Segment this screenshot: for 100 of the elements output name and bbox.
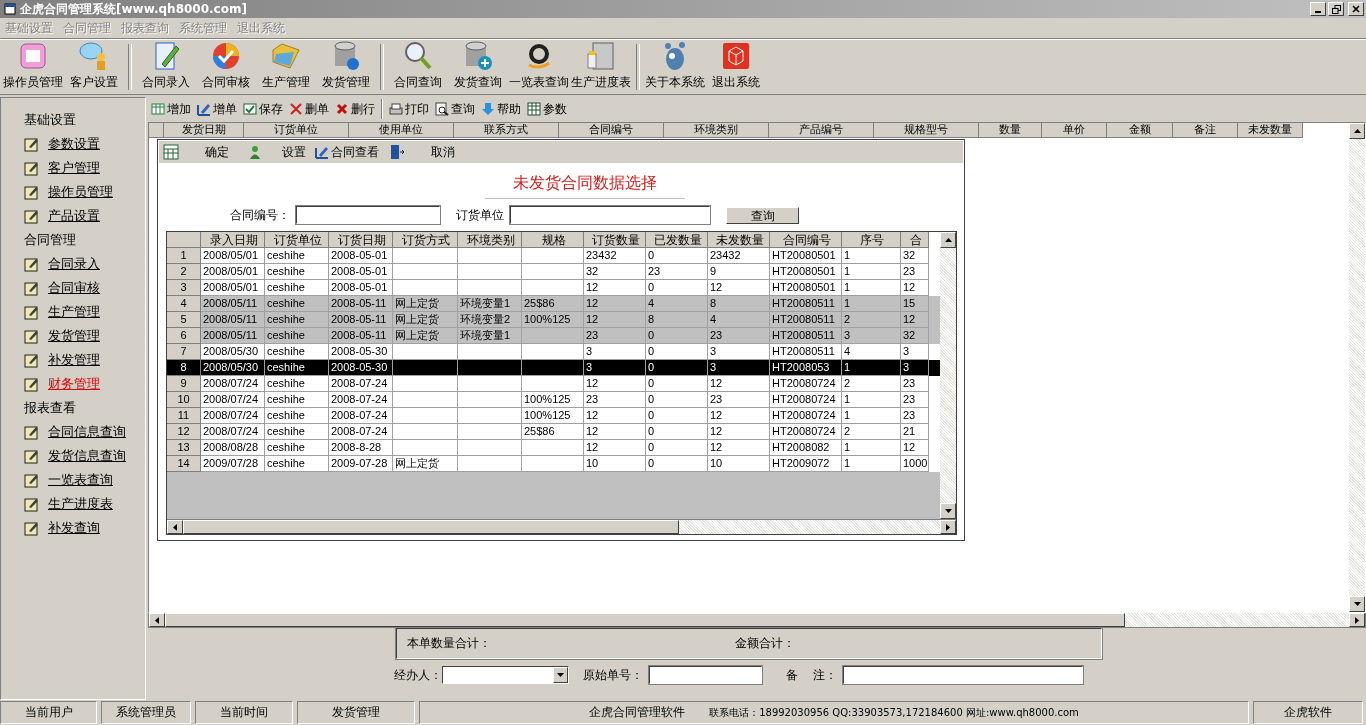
column-header[interactable]: 发货日期 — [164, 123, 244, 138]
status-panel: 企虎软件 — [1253, 701, 1363, 724]
status-panel: 系统管理员 — [101, 701, 191, 724]
toolbar-button[interactable]: 关于本系统 — [644, 40, 706, 94]
column-header[interactable]: 数量 — [979, 123, 1042, 138]
minimize-button[interactable] — [1310, 2, 1326, 16]
handler-dropdown[interactable] — [442, 666, 569, 684]
toolbar-button[interactable]: 删行 — [335, 100, 375, 118]
toolbar-button[interactable]: 操作员管理 — [2, 40, 64, 94]
toolbar-button[interactable]: 增单 — [197, 100, 237, 118]
restore-button[interactable] — [1328, 2, 1344, 16]
sidebar-link[interactable]: 发货信息查询 — [48, 447, 126, 465]
search-button[interactable]: 查询 — [726, 206, 799, 224]
column-header[interactable]: 环境类别 — [664, 123, 769, 138]
table-row[interactable]: 11 2008/07/24 ceshihe 2008-07-24 100%125 12 0 12 HT20080724 1 23 — [167, 408, 940, 424]
column-header[interactable]: 合同编号 — [559, 123, 664, 138]
toolbar-button[interactable]: 客户设置 — [64, 40, 124, 94]
sidebar-link[interactable]: 合同录入 — [48, 255, 100, 273]
horizontal-scrollbar[interactable] — [148, 613, 1366, 628]
table-row[interactable]: 10 2008/07/24 ceshihe 2008-07-24 100%125 23 0 23 HT20080724 1 23 — [167, 392, 940, 408]
table-row[interactable]: 3 2008/05/01 ceshihe 2008-05-01 12 0 12 HT20080501 1 12 — [167, 280, 940, 296]
column-header[interactable]: 录入日期 — [201, 232, 265, 248]
sidebar-link[interactable]: 产品设置 — [48, 207, 100, 225]
table-row[interactable]: 7 2008/05/30 ceshihe 2008-05-30 3 0 3 HT20080511 4 3 — [167, 344, 940, 360]
note-field[interactable] — [843, 666, 1084, 684]
door-icon[interactable] — [389, 144, 405, 160]
settings-button[interactable]: 设置 — [282, 143, 306, 161]
column-header[interactable]: 未发数量 — [1238, 123, 1303, 138]
vertical-scrollbar[interactable] — [1349, 123, 1365, 612]
sidebar-link[interactable]: 生产进度表 — [48, 495, 113, 513]
toolbar-button[interactable]: 删单 — [289, 100, 329, 118]
table-cell: 10 — [584, 456, 646, 472]
column-header[interactable]: 订货方式 — [393, 232, 458, 248]
sidebar-link[interactable]: 客户管理 — [48, 159, 100, 177]
table-row[interactable]: 1 2008/05/01 ceshihe 2008-05-01 23432 0 23432 HT20080501 1 32 — [167, 248, 940, 264]
table-row[interactable]: 12 2008/07/24 ceshihe 2008-07-24 25$86 12 0 12 HT20080724 2 21 — [167, 424, 940, 440]
row-number: 3 — [167, 280, 201, 296]
table-row[interactable]: 14 2009/07/28 ceshihe 2009-07-28 网上定货 10 0 10 HT2009072 1 1000 — [167, 456, 940, 472]
column-header[interactable]: 序号 — [842, 232, 901, 248]
column-header[interactable]: 规格 — [522, 232, 584, 248]
sidebar-link[interactable]: 发货管理 — [48, 327, 100, 345]
column-header[interactable]: 订货数量 — [584, 232, 646, 248]
confirm-button[interactable]: 确定 — [205, 143, 229, 161]
column-header[interactable]: 订货单位 — [244, 123, 349, 138]
dialog-title: 未发货合同数据选择 — [485, 173, 685, 199]
column-header[interactable]: 合同编号 — [770, 232, 842, 248]
toolbar-button[interactable]: 保存 — [243, 100, 283, 118]
toolbar-button[interactable]: 退出系统 — [706, 40, 766, 94]
column-header[interactable]: 环境类别 — [458, 232, 522, 248]
column-header[interactable]: 已发数量 — [646, 232, 708, 248]
column-header[interactable]: 备注 — [1173, 123, 1238, 138]
column-header[interactable]: 单价 — [1042, 123, 1107, 138]
table-row[interactable]: 2 2008/05/01 ceshihe 2008-05-01 32 23 9 HT20080501 1 23 — [167, 264, 940, 280]
column-header[interactable]: 订货日期 — [329, 232, 393, 248]
column-header[interactable]: 规格型号 — [874, 123, 979, 138]
toolbar-button[interactable]: 合同审核 — [196, 40, 256, 94]
toolbar-button[interactable]: 合同查询 — [388, 40, 448, 94]
column-header[interactable]: 产品编号 — [769, 123, 874, 138]
table-row[interactable]: 9 2008/07/24 ceshihe 2008-07-24 12 0 12 HT20080724 2 23 — [167, 376, 940, 392]
toolbar-button[interactable]: 一览表查询 — [508, 40, 570, 94]
sidebar-link[interactable]: 补发查询 — [48, 519, 100, 537]
sidebar-link[interactable]: 生产管理 — [48, 303, 100, 321]
column-header[interactable]: 金额 — [1107, 123, 1173, 138]
toolbar-button[interactable]: 发货管理 — [316, 40, 376, 94]
vertical-scrollbar[interactable] — [940, 232, 956, 519]
sidebar-link[interactable]: 参数设置 — [48, 135, 100, 153]
sidebar-link[interactable]: 操作员管理 — [48, 183, 113, 201]
toolbar-button[interactable]: 帮助 — [481, 100, 521, 118]
column-header[interactable]: 合 — [901, 232, 929, 248]
original-number-field[interactable] — [649, 666, 762, 684]
table-row[interactable]: 13 2008/08/28 ceshihe 2008-8-28 12 0 12 HT2008082 1 12 — [167, 440, 940, 456]
close-button[interactable] — [1348, 2, 1364, 16]
customer-label: 订货单位 — [456, 206, 504, 224]
column-header[interactable]: 订货单位 — [265, 232, 329, 248]
toolbar-button[interactable]: 生产管理 — [256, 40, 316, 94]
contact-info: 联系电话：18992030956 QQ:33903573,172184600 网址:www.qh8000.com — [709, 705, 1079, 720]
toolbar-button[interactable]: 合同录入 — [136, 40, 196, 94]
horizontal-scrollbar[interactable] — [167, 519, 956, 534]
view-contract-button[interactable]: 合同查看 — [315, 143, 379, 161]
sidebar-heading: 基础设置 — [24, 111, 77, 129]
sidebar-link[interactable]: 一览表查询 — [48, 471, 113, 489]
person-icon[interactable] — [247, 144, 263, 160]
customer-field[interactable] — [510, 206, 710, 224]
toolbar-button[interactable]: 查询 — [435, 100, 475, 118]
column-header[interactable]: 联系方式 — [454, 123, 559, 138]
sidebar-link[interactable]: 合同审核 — [48, 279, 100, 297]
toolbar-button[interactable]: 打印 — [389, 100, 429, 118]
sidebar-link[interactable]: 补发管理 — [48, 351, 100, 369]
sidebar-link[interactable]: 合同信息查询 — [48, 423, 126, 441]
contract-number-field[interactable] — [296, 206, 440, 224]
cancel-button[interactable]: 取消 — [431, 143, 455, 161]
toolbar-button[interactable]: 增加 — [151, 100, 191, 118]
table-row[interactable]: 8 2008/05/30 ceshihe 2008-05-30 3 0 3 HT2008053 1 3 — [167, 360, 940, 376]
column-header[interactable]: 未发数量 — [708, 232, 770, 248]
toolbar-button[interactable]: 生产进度表 — [570, 40, 632, 94]
column-header[interactable]: 使用单位 — [349, 123, 454, 138]
toolbar-button[interactable]: 参数 — [527, 100, 567, 118]
calculator-icon[interactable] — [163, 144, 179, 160]
toolbar-button[interactable]: 发货查询 — [448, 40, 508, 94]
check-circle-icon — [210, 40, 242, 72]
